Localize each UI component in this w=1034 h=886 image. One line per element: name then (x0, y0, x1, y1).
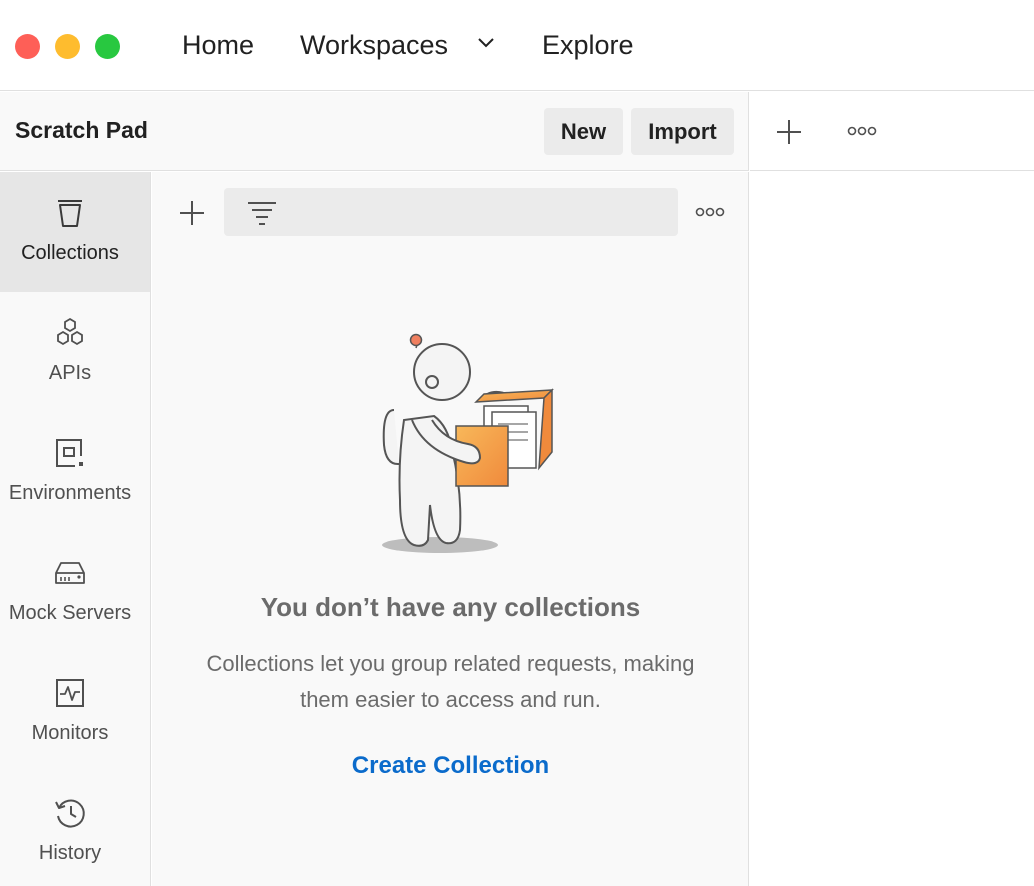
main-content-area (750, 172, 1034, 886)
new-button[interactable]: New (544, 108, 623, 155)
history-icon (55, 799, 85, 828)
mock-servers-icon (55, 562, 85, 584)
sidebar-item-label: History (38, 842, 102, 864)
sidebar-item-mock-servers[interactable]: Mock Servers (0, 532, 150, 652)
plus-icon[interactable] (776, 119, 802, 145)
more-icon[interactable] (695, 206, 725, 218)
sidebar-item-label: Environments (8, 482, 132, 504)
window-close-button[interactable] (15, 34, 40, 59)
workspace-header: Scratch Pad New Import (0, 92, 749, 171)
more-icon[interactable] (847, 125, 877, 137)
workspace-title: Scratch Pad (15, 117, 148, 143)
sidebar-item-label: Mock Servers (8, 602, 132, 624)
monitors-icon (56, 679, 84, 707)
empty-state-title: You don’t have any collections (260, 592, 641, 622)
search-input[interactable] (224, 188, 678, 236)
apis-icon (57, 317, 83, 346)
import-button[interactable]: Import (631, 108, 734, 155)
environments-icon (56, 439, 83, 467)
nav-workspaces[interactable]: Workspaces (300, 27, 448, 63)
tab-strip (750, 92, 1034, 171)
collections-icon (58, 200, 82, 227)
nav-explore[interactable]: Explore (542, 27, 634, 63)
sidebar-item-collections[interactable]: Collections (0, 172, 150, 292)
add-collection-plus-icon[interactable] (179, 200, 205, 226)
sidebar-item-label: Monitors (31, 722, 109, 744)
sidebar-item-label: Collections (21, 242, 119, 264)
sidebar-item-apis[interactable]: APIs (0, 292, 150, 412)
sidebar-item-label: APIs (48, 362, 92, 384)
collections-panel: You don’t have any collections Collectio… (152, 172, 749, 886)
window-maximize-button[interactable] (95, 34, 120, 59)
window-minimize-button[interactable] (55, 34, 80, 59)
chevron-down-icon[interactable] (476, 36, 496, 50)
empty-state-description: Collections let you group related reques… (206, 651, 695, 712)
filter-icon[interactable] (247, 200, 277, 226)
title-bar: Home Workspaces Explore (0, 0, 1034, 91)
sidebar-item-monitors[interactable]: Monitors (0, 652, 150, 772)
create-collection-link[interactable]: Create Collection (152, 752, 749, 780)
sidebar-item-environments[interactable]: Environments (0, 412, 150, 532)
nav-home[interactable]: Home (182, 27, 254, 63)
sidebar-item-history[interactable]: History (0, 772, 150, 886)
sidebar: Collections APIs Environments Mock Serve… (0, 172, 151, 886)
empty-collections-illustration (382, 333, 554, 553)
